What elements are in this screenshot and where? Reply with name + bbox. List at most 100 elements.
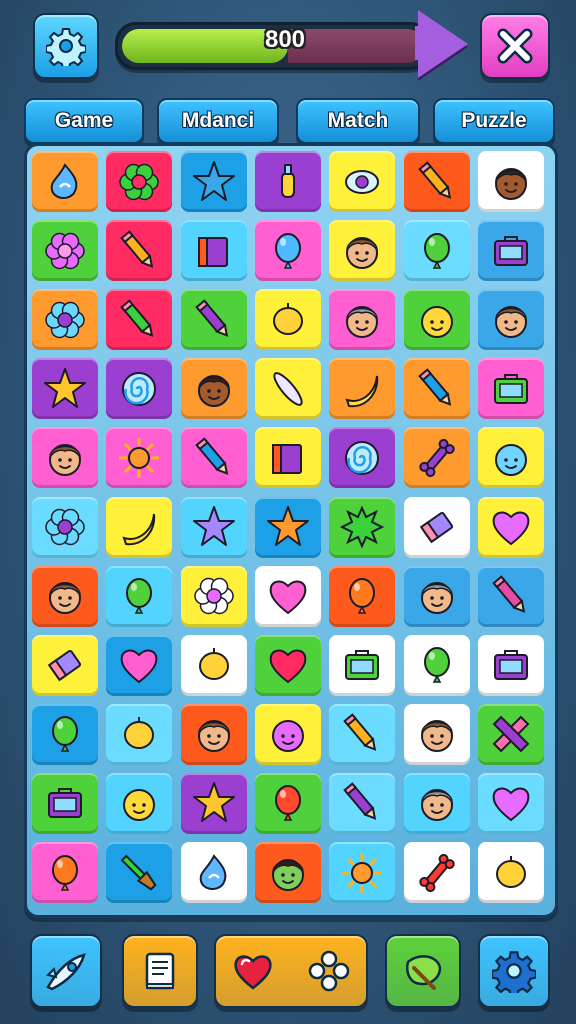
book-icon	[197, 236, 228, 267]
tile-pencil-purple[interactable]	[329, 772, 396, 834]
tile-pencil-blue[interactable]	[180, 427, 247, 489]
tile-star-yellow[interactable]	[180, 772, 247, 834]
tile-face-tan[interactable]	[180, 703, 247, 765]
tile-balloon-green[interactable]	[403, 220, 470, 282]
tile-face-grey[interactable]	[329, 289, 396, 351]
tile-case[interactable]	[477, 220, 544, 282]
tile-face-yellow[interactable]	[106, 772, 173, 834]
tile-star-purple[interactable]	[180, 496, 247, 558]
tile-heart-pink[interactable]	[106, 634, 173, 696]
tile-flower-white[interactable]	[180, 565, 247, 627]
tile-pencil-green[interactable]	[106, 289, 173, 351]
tab-mdanci[interactable]: Mdanci	[157, 98, 279, 144]
tile-drop[interactable]	[180, 842, 247, 903]
tile-bottle[interactable]	[255, 151, 321, 212]
tile-star-orange[interactable]	[255, 496, 321, 558]
face-tan-icon	[420, 720, 453, 753]
tile-balloon-green[interactable]	[403, 634, 470, 696]
tile-pencil-blue[interactable]	[403, 358, 470, 420]
tile-balloon-orange[interactable]	[329, 565, 396, 627]
tile-face-tan[interactable]	[403, 703, 470, 765]
tile-balloon-blue[interactable]	[255, 220, 321, 282]
tile-face-grey[interactable]	[403, 772, 470, 834]
tile-eye[interactable]	[329, 151, 396, 212]
pencil-blue-icon	[417, 368, 451, 406]
tile-balloon-green[interactable]	[106, 565, 173, 627]
pencil-icon	[417, 160, 451, 199]
tile-sun[interactable]	[329, 842, 396, 903]
tile-star-yellow[interactable]	[32, 358, 99, 420]
tile-face-tan[interactable]	[329, 220, 396, 282]
tile-pencil-pink[interactable]	[477, 565, 544, 627]
tile-pencil-purple[interactable]	[180, 289, 247, 351]
tab-puzzle[interactable]: Puzzle	[433, 98, 555, 144]
settings-button-bottom[interactable]	[478, 934, 550, 1008]
face-tan-icon	[49, 582, 82, 615]
tab-match[interactable]: Match	[296, 98, 420, 144]
tile-balloon-orange[interactable]	[32, 842, 99, 903]
tile-heart-red[interactable]	[255, 634, 321, 696]
tile-pencil[interactable]	[329, 703, 396, 765]
tile-flower-pink[interactable]	[32, 220, 99, 282]
tile-eraser[interactable]	[403, 496, 470, 558]
tile-sun[interactable]	[106, 427, 173, 489]
tile-swirl[interactable]	[329, 427, 396, 489]
tile-splat[interactable]	[329, 496, 396, 558]
tile-balloon-green[interactable]	[32, 703, 99, 765]
case-green-icon	[493, 373, 528, 404]
tile-lemon[interactable]	[180, 634, 247, 696]
settings-button[interactable]	[33, 13, 99, 79]
tile-face-pink[interactable]	[255, 703, 321, 765]
leaf-button[interactable]	[385, 934, 461, 1008]
tile-face-grey[interactable]	[403, 565, 470, 627]
tile-face-tan[interactable]	[32, 565, 99, 627]
tile-case-green[interactable]	[477, 358, 544, 420]
tile-face-yellow[interactable]	[403, 289, 470, 351]
tile-eraser[interactable]	[32, 634, 99, 696]
tile-feather[interactable]	[255, 358, 321, 420]
tile-face-blue[interactable]	[477, 427, 544, 489]
tile-book[interactable]	[255, 427, 321, 489]
tile-face-brown[interactable]	[180, 358, 247, 420]
rocket-button[interactable]	[30, 934, 102, 1008]
close-button[interactable]	[480, 13, 550, 79]
tile-case-green[interactable]	[329, 634, 396, 696]
tile-grid	[28, 147, 548, 907]
tile-banana[interactable]	[329, 358, 396, 420]
tile-balloon-red[interactable]	[255, 772, 321, 834]
tile-face-brown[interactable]	[477, 151, 544, 212]
tile-drop[interactable]	[32, 151, 99, 212]
tile-pencil[interactable]	[106, 220, 173, 282]
tile-flower-blue[interactable]	[32, 496, 99, 558]
tile-flower-blue[interactable]	[32, 289, 99, 351]
tile-star-pink[interactable]	[477, 703, 544, 765]
pencil-purple-icon	[343, 782, 377, 821]
heart-match-button[interactable]	[214, 934, 368, 1008]
heart-red-icon	[269, 649, 307, 684]
tab-game[interactable]: Game	[24, 98, 144, 144]
tile-lemon[interactable]	[477, 842, 544, 903]
balloon-orange-icon	[52, 854, 79, 891]
tile-heart-purple[interactable]	[477, 772, 544, 834]
tile-banana[interactable]	[106, 496, 173, 558]
tile-swirl[interactable]	[106, 358, 173, 420]
tile-lemon[interactable]	[106, 703, 173, 765]
tile-heart-purple[interactable]	[477, 496, 544, 558]
balloon-green-icon	[52, 716, 79, 753]
book-button[interactable]	[122, 934, 198, 1008]
tile-heart-pink[interactable]	[255, 565, 321, 627]
tile-flower[interactable]	[106, 151, 173, 212]
tile-face-green[interactable]	[255, 842, 321, 903]
tile-face-tan[interactable]	[477, 289, 544, 351]
tile-case-purple[interactable]	[32, 772, 99, 834]
tile-book[interactable]	[180, 220, 247, 282]
tile-bone-red[interactable]	[403, 842, 470, 903]
tile-case[interactable]	[477, 634, 544, 696]
tile-lemon[interactable]	[255, 289, 321, 351]
tile-face-tan[interactable]	[32, 427, 99, 489]
tile-pencil[interactable]	[403, 151, 470, 212]
tile-brush[interactable]	[106, 842, 173, 903]
pencil-green-icon	[120, 298, 154, 337]
tile-bone[interactable]	[403, 427, 470, 489]
tile-star-blob[interactable]	[180, 151, 247, 212]
